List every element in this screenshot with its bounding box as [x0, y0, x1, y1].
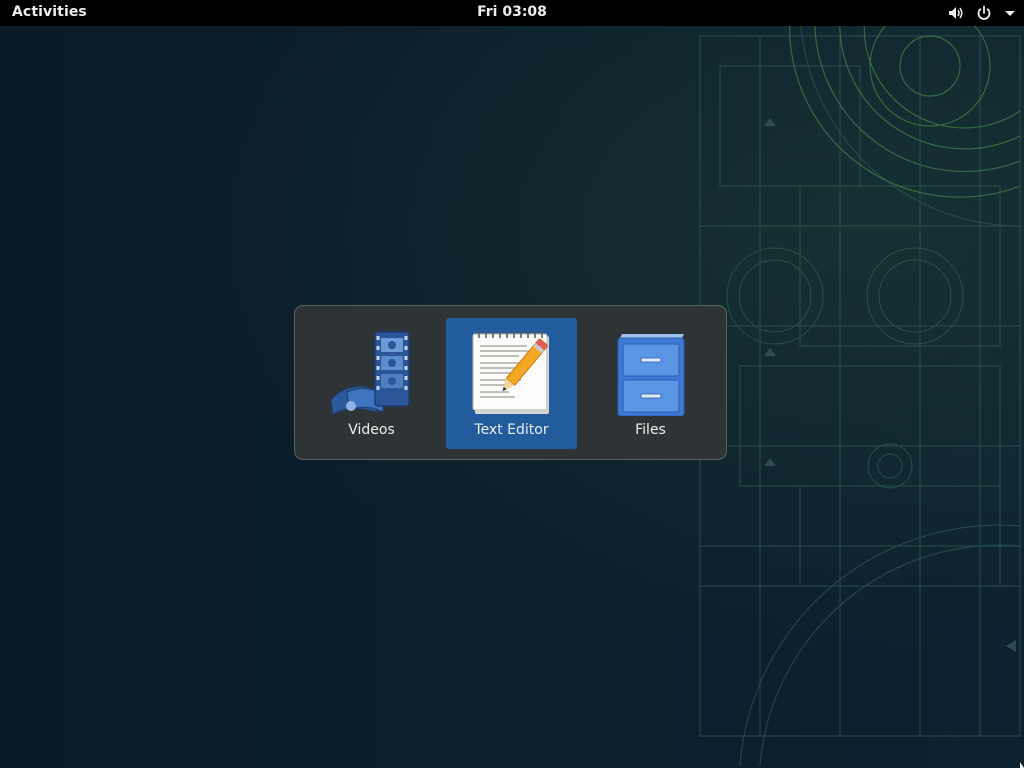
power-icon [976, 5, 992, 21]
text-editor-icon [472, 331, 549, 414]
volume-icon [948, 5, 964, 21]
app-files[interactable]: Files [585, 318, 716, 449]
system-menu-button[interactable] [948, 4, 1016, 22]
app-text-editor[interactable]: Text Editor [446, 318, 577, 449]
app-switcher: Videos Text Editor Files [294, 305, 727, 460]
mouse-pointer-icon [1020, 762, 1024, 768]
clock-button[interactable]: Fri 03:08 [477, 4, 547, 20]
app-label: Files [635, 422, 666, 438]
top-panel: Activities Fri 03:08 [0, 0, 1024, 26]
clock-container: Fri 03:08 [0, 4, 1024, 20]
files-icon [617, 334, 684, 416]
videos-icon [329, 331, 410, 415]
dropdown-arrow-icon [1004, 5, 1016, 21]
app-videos[interactable]: Videos [306, 318, 437, 449]
app-label: Videos [348, 422, 395, 438]
app-label: Text Editor [474, 422, 549, 438]
